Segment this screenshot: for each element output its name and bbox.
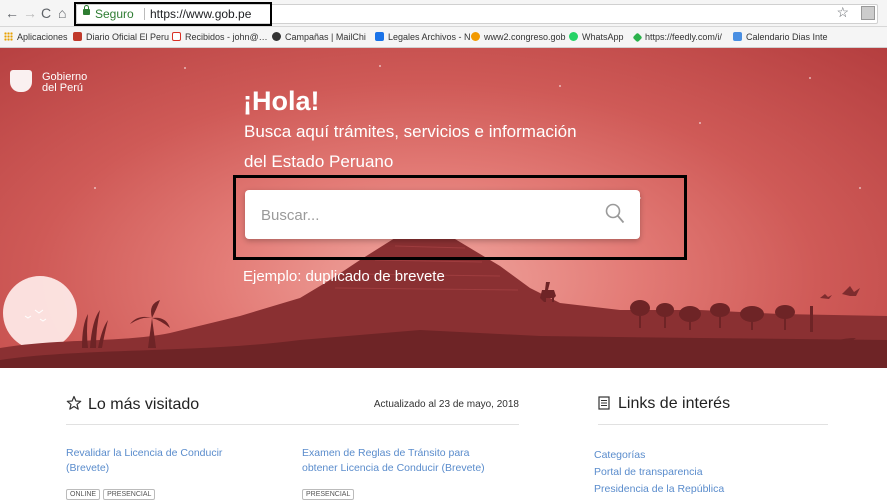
search-icon[interactable] — [605, 203, 625, 225]
bookmark-item[interactable]: Diario Oficial El Peru — [73, 31, 169, 43]
star-icon[interactable]: ☆ — [836, 4, 849, 21]
item-1-badges: ONLINE PRESENCIAL — [66, 489, 158, 500]
bookmark-item[interactable]: www2.congreso.gob — [471, 31, 566, 43]
condor-icon — [842, 286, 860, 296]
bookmark-apps[interactable]: Aplicaciones — [4, 31, 68, 43]
apps-grid-icon — [4, 32, 13, 41]
extension-icon[interactable] — [861, 6, 875, 20]
hero-banner: Gobierno del Perú ¡Hola! Busca aquí trám… — [0, 48, 887, 368]
congreso-icon — [471, 32, 480, 41]
bookmark-item[interactable]: Calendario Dias Inte — [733, 31, 828, 43]
bookmark-label: Recibidos - john@… — [185, 32, 268, 42]
badge-presencial: PRESENCIAL — [302, 489, 355, 500]
sun-icon — [3, 276, 77, 350]
hero-greeting: ¡Hola! — [243, 86, 320, 116]
bookmark-item[interactable]: https://feedly.com/i/ — [632, 31, 722, 43]
bookmark-item[interactable]: Legales Archivos - N — [375, 31, 471, 43]
bookmark-label: Legales Archivos - N — [388, 32, 471, 42]
mailchimp-icon — [272, 32, 281, 41]
item-title-line-2[interactable]: (Brevete) — [66, 461, 222, 476]
item-2-badges: PRESENCIAL — [302, 489, 357, 500]
section-divider — [66, 424, 519, 425]
most-visited-item-1[interactable]: Revalidar la Licencia de Conducir (Breve… — [66, 446, 222, 476]
whatsapp-icon — [569, 32, 578, 41]
url-highlight-box — [74, 2, 272, 26]
home-icon[interactable]: ⌂ — [58, 4, 66, 22]
browser-toolbar: ← → C ⌂ Seguro https://www.gob.pe ☆ — [0, 0, 887, 27]
most-visited-item-2[interactable]: Examen de Reglas de Tránsito para obtene… — [302, 446, 485, 476]
bookmark-label: Calendario Dias Inte — [746, 32, 828, 42]
feedly-icon — [632, 32, 643, 43]
reload-icon[interactable]: C — [41, 4, 51, 22]
link-presidencia[interactable]: Presidencia de la República — [594, 481, 724, 498]
bookmark-label: https://feedly.com/i/ — [645, 32, 722, 42]
item-title-line-2[interactable]: obtener Licencia de Conducir (Brevete) — [302, 461, 485, 476]
logo-line-2: del Perú — [42, 82, 83, 94]
star-outline-icon — [66, 395, 82, 410]
gmail-icon — [172, 32, 181, 41]
bookmark-item[interactable]: Recibidos - john@… — [172, 31, 268, 43]
bookmark-item[interactable]: Campañas | MailChi — [272, 31, 366, 43]
section-divider — [598, 424, 828, 425]
bookmark-label: Diario Oficial El Peru — [86, 32, 170, 42]
links-list: Categorías Portal de transparencia Presi… — [594, 447, 724, 498]
hero-subtitle-line-2: del Estado Peruano — [244, 152, 394, 171]
search-input[interactable] — [259, 204, 583, 226]
megaphone-icon — [375, 32, 384, 41]
bookmark-label: WhatsApp — [582, 32, 624, 42]
bookmark-label: Aplicaciones — [17, 32, 68, 42]
peru-shield-icon — [73, 32, 82, 41]
search-example[interactable]: Ejemplo: duplicado de brevete — [243, 268, 445, 285]
hero-subtitle-line-1: Busca aquí trámites, servicios e informa… — [244, 122, 577, 141]
badge-presencial: PRESENCIAL — [103, 489, 156, 500]
calendar-icon — [733, 32, 742, 41]
most-visited-title: Lo más visitado — [66, 395, 199, 414]
bookmark-item[interactable]: WhatsApp — [569, 31, 624, 43]
links-title-text: Links de interés — [618, 395, 731, 412]
most-visited-title-text: Lo más visitado — [88, 396, 200, 413]
item-title-line-1[interactable]: Revalidar la Licencia de Conducir — [66, 446, 222, 461]
badge-online: ONLINE — [66, 489, 101, 500]
links-title: Links de interés — [598, 395, 730, 413]
bookmark-label: Campañas | MailChi — [285, 32, 366, 42]
arrow-left-icon[interactable]: ← — [5, 4, 19, 22]
bookmarks-bar: Aplicaciones Diario Oficial El Peru Reci… — [0, 27, 887, 48]
link-portal-transparencia[interactable]: Portal de transparencia — [594, 464, 724, 481]
search-box[interactable] — [245, 190, 640, 239]
peru-coat-of-arms-icon — [10, 70, 32, 92]
item-title-line-1[interactable]: Examen de Reglas de Tránsito para — [302, 446, 485, 461]
document-icon — [598, 396, 610, 410]
updated-date: Actualizado al 23 de mayo, 2018 — [373, 399, 519, 410]
link-categorias[interactable]: Categorías — [594, 447, 724, 464]
bookmark-label: www2.congreso.gob — [484, 32, 566, 42]
arrow-right-icon[interactable]: → — [23, 4, 37, 22]
